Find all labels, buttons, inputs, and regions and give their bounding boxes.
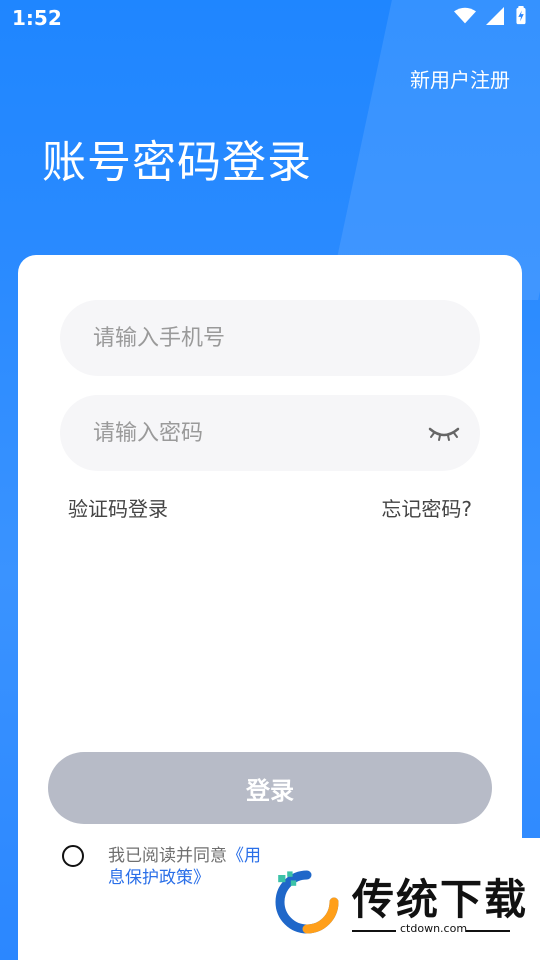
signal-icon [486,7,504,25]
password-input[interactable] [91,419,415,447]
watermark-line-left [352,930,396,932]
watermark-brand: 传统下载 [352,875,529,924]
password-field[interactable] [60,395,480,471]
watermark: 传统下载 ctdown.com [260,838,540,960]
agreement-radio[interactable] [62,845,84,867]
status-time: 1:52 [12,6,62,30]
watermark-logo [275,870,339,934]
phone-input[interactable] [91,324,415,352]
register-link[interactable]: 新用户注册 [410,64,510,93]
privacy-policy-link[interactable]: 息保护政策》 [108,868,210,888]
agreement-prefix: 我已阅读并同意 [108,846,227,866]
aux-links: 验证码登录 忘记密码? [68,493,472,522]
wifi-icon [454,7,476,24]
watermark-line-right [466,930,510,932]
page-title: 账号密码登录 [42,137,312,188]
sms-login-link[interactable]: 验证码登录 [68,493,168,522]
watermark-url: ctdown.com [400,922,468,935]
eye-closed-icon[interactable] [426,421,462,445]
status-bar: 1:52 [0,0,540,36]
forgot-password-link[interactable]: 忘记密码? [381,493,472,522]
user-agreement-link[interactable]: 《用 [227,846,261,866]
agreement-text: 我已阅读并同意《用 息保护政策》 [108,845,261,889]
login-button[interactable]: 登录 [48,752,492,824]
status-icons [454,6,528,26]
phone-field[interactable] [60,300,480,376]
battery-charging-icon [516,6,526,25]
